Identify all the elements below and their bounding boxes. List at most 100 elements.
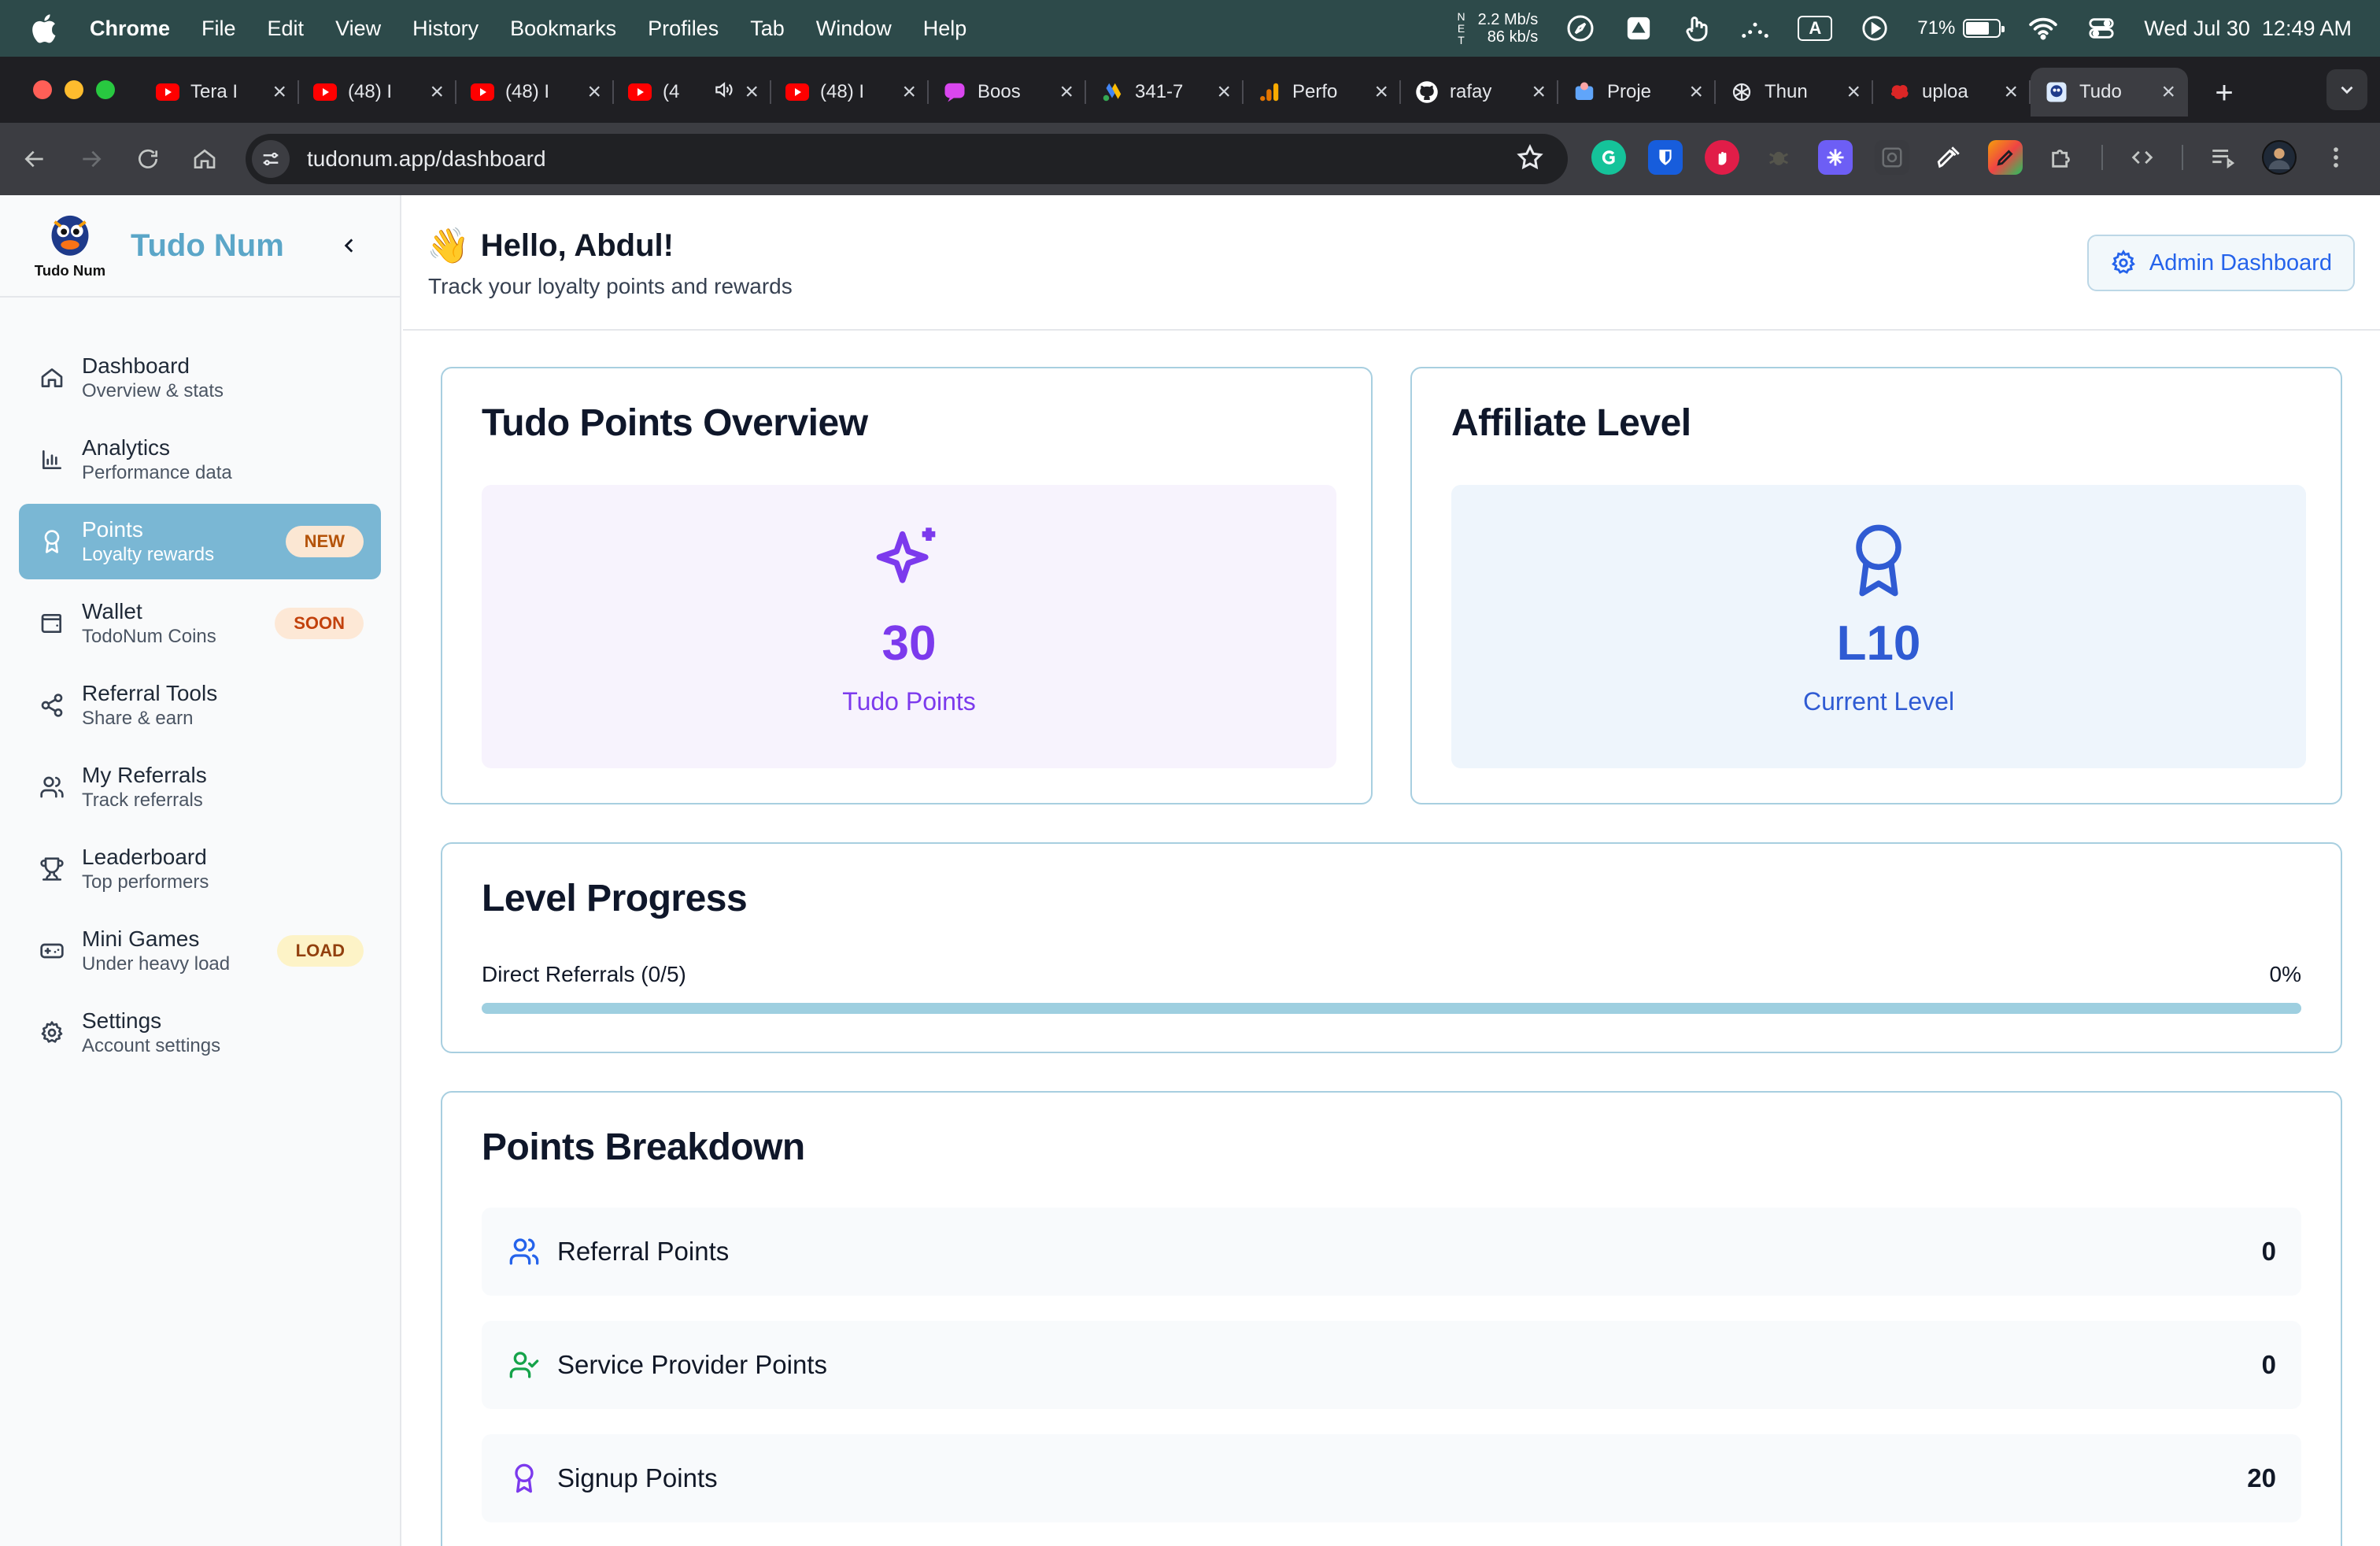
input-source-icon[interactable]: A bbox=[1798, 16, 1833, 41]
sidebar-item-mini-games[interactable]: Mini Games Under heavy load LOAD bbox=[19, 913, 381, 989]
affiliate-level-value: L10 bbox=[1836, 616, 1921, 671]
admin-dashboard-button[interactable]: Admin Dashboard bbox=[2087, 235, 2355, 291]
close-tab-icon[interactable]: × bbox=[1689, 79, 1703, 105]
waving-hand-icon: 👋 bbox=[427, 227, 470, 265]
close-tab-icon[interactable]: × bbox=[587, 79, 601, 105]
collapse-sidebar-button[interactable] bbox=[332, 228, 367, 263]
sparkle-extension-icon[interactable] bbox=[1818, 140, 1853, 175]
wifi-icon[interactable] bbox=[2027, 13, 2059, 44]
drive-icon[interactable] bbox=[1623, 13, 1654, 44]
browser-tab[interactable]: Boos × bbox=[929, 68, 1086, 117]
close-tab-icon[interactable]: × bbox=[902, 79, 916, 105]
menu-history[interactable]: History bbox=[412, 17, 479, 41]
analytics-icon bbox=[1258, 80, 1281, 104]
user-check-icon bbox=[507, 1348, 541, 1382]
sidebar-item-my-referrals[interactable]: My Referrals Track referrals bbox=[19, 749, 381, 825]
eyedropper-icon[interactable] bbox=[1931, 140, 1966, 175]
menu-help[interactable]: Help bbox=[923, 17, 967, 41]
menu-tab[interactable]: Tab bbox=[750, 17, 785, 41]
url-text: tudonum.app/dashboard bbox=[307, 146, 546, 171]
zoom-window-button[interactable] bbox=[96, 80, 115, 99]
menu-window[interactable]: Window bbox=[816, 17, 892, 41]
menu-edit[interactable]: Edit bbox=[268, 17, 305, 41]
close-tab-icon[interactable]: × bbox=[430, 79, 444, 105]
home-button[interactable] bbox=[187, 142, 222, 176]
level-progress-card: Level Progress Direct Referrals (0/5) 0% bbox=[441, 842, 2342, 1053]
menu-view[interactable]: View bbox=[335, 17, 381, 41]
menu-bookmarks[interactable]: Bookmarks bbox=[510, 17, 616, 41]
menu-app-name[interactable]: Chrome bbox=[90, 17, 170, 41]
forward-button[interactable] bbox=[74, 142, 109, 176]
media-queue-icon[interactable] bbox=[2205, 140, 2240, 175]
speaker-icon[interactable] bbox=[713, 80, 734, 105]
close-tab-icon[interactable]: × bbox=[1217, 79, 1231, 105]
close-tab-icon[interactable]: × bbox=[2161, 79, 2175, 105]
browser-tab[interactable]: (4 × bbox=[614, 68, 771, 117]
adblock-icon[interactable] bbox=[1705, 140, 1739, 175]
browser-tab[interactable]: (48) I × bbox=[456, 68, 614, 117]
address-bar[interactable]: tudonum.app/dashboard bbox=[246, 134, 1568, 184]
code-icon[interactable] bbox=[2125, 140, 2160, 175]
new-tab-button[interactable]: + bbox=[2202, 71, 2246, 115]
close-tab-icon[interactable]: × bbox=[1532, 79, 1546, 105]
close-tab-icon[interactable]: × bbox=[1374, 79, 1388, 105]
sidebar-item-analytics[interactable]: Analytics Performance data bbox=[19, 422, 381, 497]
browser-tab[interactable]: Tera I × bbox=[142, 68, 299, 117]
apple-icon[interactable] bbox=[28, 11, 63, 46]
browser-tab[interactable]: (48) I × bbox=[771, 68, 929, 117]
close-window-button[interactable] bbox=[33, 80, 52, 99]
project-icon bbox=[1572, 80, 1596, 104]
sidebar-item-leaderboard[interactable]: Leaderboard Top performers bbox=[19, 831, 381, 907]
wallet-icon bbox=[36, 608, 68, 639]
menu-file[interactable]: File bbox=[201, 17, 236, 41]
sidebar-item-wallet[interactable]: Wallet TodoNum Coins SOON bbox=[19, 586, 381, 661]
nav-badge-load: LOAD bbox=[276, 935, 364, 967]
reload-button[interactable] bbox=[131, 142, 165, 176]
close-tab-icon[interactable]: × bbox=[2004, 79, 2018, 105]
browser-menu-icon[interactable] bbox=[2319, 140, 2353, 175]
close-tab-icon[interactable]: × bbox=[745, 79, 759, 105]
sidebar-item-settings[interactable]: Settings Account settings bbox=[19, 995, 381, 1071]
sidebar-item-subtitle: Top performers bbox=[82, 871, 209, 893]
play-circle-icon[interactable] bbox=[1859, 13, 1890, 44]
browser-tab[interactable]: Perfo × bbox=[1244, 68, 1401, 117]
sidebar-item-label: My Referrals bbox=[82, 763, 207, 787]
hand-cursor-icon[interactable] bbox=[1681, 13, 1713, 44]
dotted-wave-icon[interactable] bbox=[1739, 13, 1771, 44]
youtube-icon bbox=[313, 80, 337, 104]
puzzle-extensions-icon[interactable] bbox=[2045, 140, 2079, 175]
site-info-icon[interactable] bbox=[252, 140, 290, 178]
sidebar-item-referral-tools[interactable]: Referral Tools Share & earn bbox=[19, 668, 381, 743]
tudonum-logo[interactable]: Tudo Num bbox=[31, 211, 109, 280]
close-tab-icon[interactable]: × bbox=[272, 79, 286, 105]
battery-indicator[interactable]: 71% bbox=[1917, 17, 2005, 39]
menu-profiles[interactable]: Profiles bbox=[648, 17, 719, 41]
menubar-clock[interactable]: Wed Jul 30 12:49 AM bbox=[2144, 17, 2352, 41]
control-center-icon[interactable] bbox=[2086, 13, 2117, 44]
back-button[interactable] bbox=[17, 142, 52, 176]
chevron-down-icon bbox=[2341, 86, 2353, 94]
browser-tab[interactable]: 341-7 × bbox=[1086, 68, 1244, 117]
color-pencil-icon[interactable] bbox=[1988, 140, 2023, 175]
compass-icon[interactable] bbox=[1565, 13, 1596, 44]
browser-tab[interactable]: Thun × bbox=[1716, 68, 1873, 117]
screen-capture-icon[interactable] bbox=[1875, 140, 1909, 175]
bug-extension-icon[interactable] bbox=[1761, 140, 1796, 175]
browser-tab[interactable]: rafay × bbox=[1401, 68, 1558, 117]
browser-tab-active[interactable]: Tudo × bbox=[2031, 68, 2188, 117]
sidebar-item-dashboard[interactable]: Dashboard Overview & stats bbox=[19, 340, 381, 416]
browser-tab[interactable]: uploa × bbox=[1873, 68, 2031, 117]
browser-tab[interactable]: (48) I × bbox=[299, 68, 456, 117]
close-tab-icon[interactable]: × bbox=[1846, 79, 1861, 105]
browser-tab[interactable]: Proje × bbox=[1558, 68, 1716, 117]
tab-search-button[interactable] bbox=[2326, 69, 2367, 110]
bookmark-star-icon[interactable] bbox=[1516, 143, 1544, 176]
extensions-row bbox=[1591, 140, 2353, 175]
close-tab-icon[interactable]: × bbox=[1059, 79, 1074, 105]
bitwarden-icon[interactable] bbox=[1648, 140, 1683, 175]
minimize-window-button[interactable] bbox=[65, 80, 83, 99]
sidebar-item-points[interactable]: Points Loyalty rewards NEW bbox=[19, 504, 381, 579]
profile-avatar[interactable] bbox=[2262, 140, 2297, 175]
network-monitor[interactable]: N E T 2.2 Mb/s 86 kb/s bbox=[1457, 10, 1538, 46]
grammarly-icon[interactable] bbox=[1591, 140, 1626, 175]
